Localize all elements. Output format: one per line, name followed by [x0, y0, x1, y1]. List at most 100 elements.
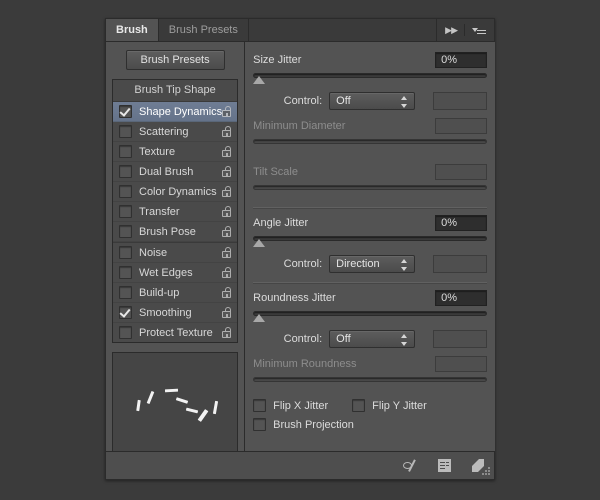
lock-icon-scattering[interactable]	[222, 126, 232, 138]
toggle-brush-settings-icon[interactable]	[403, 458, 420, 473]
option-label-wet-edges: Wet Edges	[139, 267, 222, 279]
roundness-control-value: Off	[336, 333, 350, 345]
panel-footer	[106, 451, 494, 479]
size-jitter-thumb[interactable]	[253, 76, 265, 84]
angle-control-stepper-icon[interactable]	[401, 259, 408, 271]
option-label-texture: Texture	[139, 146, 222, 158]
size-control-row: Control: Off	[253, 92, 487, 110]
lock-icon-color-dynamics[interactable]	[222, 186, 232, 198]
checkbox-noise[interactable]	[119, 246, 132, 259]
new-brush-preset-icon[interactable]	[436, 458, 453, 473]
option-row-smoothing[interactable]: Smoothing	[113, 303, 237, 323]
angle-control-select[interactable]: Direction	[329, 255, 415, 273]
checkbox-shape-dynamics[interactable]	[119, 105, 132, 118]
tilt-scale-row: Tilt Scale	[253, 163, 487, 181]
lock-icon-texture[interactable]	[222, 146, 232, 158]
brush-projection-row: Brush Projection	[253, 418, 487, 431]
size-control-aux-box[interactable]	[433, 92, 487, 110]
size-jitter-slider[interactable]	[253, 72, 487, 86]
size-jitter-value[interactable]: 0%	[435, 52, 487, 68]
checkbox-scattering[interactable]	[119, 125, 132, 138]
brush-presets-button[interactable]: Brush Presets	[126, 50, 225, 70]
option-row-build-up[interactable]: Build-up	[113, 283, 237, 303]
option-row-shape-dynamics[interactable]: Shape Dynamics	[113, 102, 237, 122]
tab-brush-presets-label: Brush Presets	[169, 24, 238, 36]
checkbox-brush-pose[interactable]	[119, 225, 132, 238]
brush-stroke-preview	[112, 352, 238, 452]
lock-icon-wet-edges[interactable]	[222, 267, 232, 279]
roundness-jitter-label: Roundness Jitter	[253, 292, 336, 304]
checkbox-color-dynamics[interactable]	[119, 185, 132, 198]
checkbox-protect-texture[interactable]	[119, 326, 132, 339]
angle-control-aux-box[interactable]	[433, 255, 487, 273]
roundness-control-select[interactable]: Off	[329, 330, 415, 348]
minimum-diameter-value	[435, 118, 487, 134]
angle-jitter-value[interactable]: 0%	[435, 215, 487, 231]
checkbox-dual-brush[interactable]	[119, 165, 132, 178]
minimum-roundness-row: Minimum Roundness	[253, 355, 487, 373]
checkbox-build-up[interactable]	[119, 286, 132, 299]
size-jitter-label: Size Jitter	[253, 54, 301, 66]
option-row-dual-brush[interactable]: Dual Brush	[113, 162, 237, 182]
option-row-noise[interactable]: Noise	[113, 242, 237, 263]
size-control-stepper-icon[interactable]	[401, 96, 408, 108]
roundness-control-row: Control: Off	[253, 330, 487, 348]
checkbox-wet-edges[interactable]	[119, 266, 132, 279]
roundness-control-stepper-icon[interactable]	[401, 334, 408, 346]
checkbox-flip-y-jitter[interactable]	[352, 399, 365, 412]
lock-icon-dual-brush[interactable]	[222, 166, 232, 178]
lock-icon-brush-pose[interactable]	[222, 226, 232, 238]
minimum-diameter-slider	[253, 138, 487, 152]
size-control-select[interactable]: Off	[329, 92, 415, 110]
size-jitter-track[interactable]	[253, 73, 487, 78]
option-label-smoothing: Smoothing	[139, 307, 222, 319]
option-row-protect-texture[interactable]: Protect Texture	[113, 323, 237, 342]
angle-jitter-track[interactable]	[253, 236, 487, 241]
angle-control-value: Direction	[336, 258, 379, 270]
lock-icon-shape-dynamics[interactable]	[222, 106, 232, 118]
roundness-jitter-thumb[interactable]	[253, 314, 265, 322]
angle-jitter-thumb[interactable]	[253, 239, 265, 247]
option-row-color-dynamics[interactable]: Color Dynamics	[113, 182, 237, 202]
angle-jitter-row: Angle Jitter 0%	[253, 214, 487, 232]
checkbox-smoothing[interactable]	[119, 306, 132, 319]
lock-icon-build-up[interactable]	[222, 287, 232, 299]
option-row-texture[interactable]: Texture	[113, 142, 237, 162]
option-label-dual-brush: Dual Brush	[139, 166, 222, 178]
checkbox-brush-projection[interactable]	[253, 418, 266, 431]
brush-options-column: Brush Presets Brush Tip Shape Shape Dyna…	[106, 42, 245, 451]
double-right-arrow-icon[interactable]: ▶▶	[445, 26, 457, 35]
minimum-diameter-label: Minimum Diameter	[253, 120, 345, 132]
angle-jitter-label: Angle Jitter	[253, 217, 308, 229]
roundness-control-aux-box[interactable]	[433, 330, 487, 348]
option-row-transfer[interactable]: Transfer	[113, 202, 237, 222]
option-row-scattering[interactable]: Scattering	[113, 122, 237, 142]
lock-icon-smoothing[interactable]	[222, 307, 232, 319]
lock-icon-protect-texture[interactable]	[222, 327, 232, 339]
size-jitter-row: Size Jitter 0%	[253, 51, 487, 69]
option-row-wet-edges[interactable]: Wet Edges	[113, 263, 237, 283]
dynamics-settings-column: Size Jitter 0% Control: Off Minimum Diam…	[245, 42, 495, 451]
brush-tip-shape-header[interactable]: Brush Tip Shape	[113, 80, 237, 102]
roundness-jitter-value[interactable]: 0%	[435, 290, 487, 306]
minimum-roundness-label: Minimum Roundness	[253, 358, 356, 370]
checkbox-transfer[interactable]	[119, 205, 132, 218]
roundness-jitter-track[interactable]	[253, 311, 487, 316]
angle-jitter-slider[interactable]	[253, 235, 487, 249]
roundness-control-label: Control:	[253, 333, 329, 345]
option-label-brush-pose: Brush Pose	[139, 226, 222, 238]
size-control-label: Control:	[253, 95, 329, 107]
resize-grip-icon[interactable]	[482, 467, 491, 476]
roundness-jitter-slider[interactable]	[253, 310, 487, 324]
minimum-diameter-track	[253, 139, 487, 144]
divider-1	[253, 207, 487, 209]
checkbox-flip-x-jitter[interactable]	[253, 399, 266, 412]
panel-menu-icon[interactable]	[472, 25, 486, 36]
option-row-brush-pose[interactable]: Brush Pose	[113, 222, 237, 242]
tab-brush-presets[interactable]: Brush Presets	[159, 19, 249, 41]
lock-icon-noise[interactable]	[222, 247, 232, 259]
tab-brush[interactable]: Brush	[106, 19, 159, 41]
lock-icon-transfer[interactable]	[222, 206, 232, 218]
checkbox-texture[interactable]	[119, 145, 132, 158]
label-flip-x-jitter: Flip X Jitter	[273, 400, 328, 412]
